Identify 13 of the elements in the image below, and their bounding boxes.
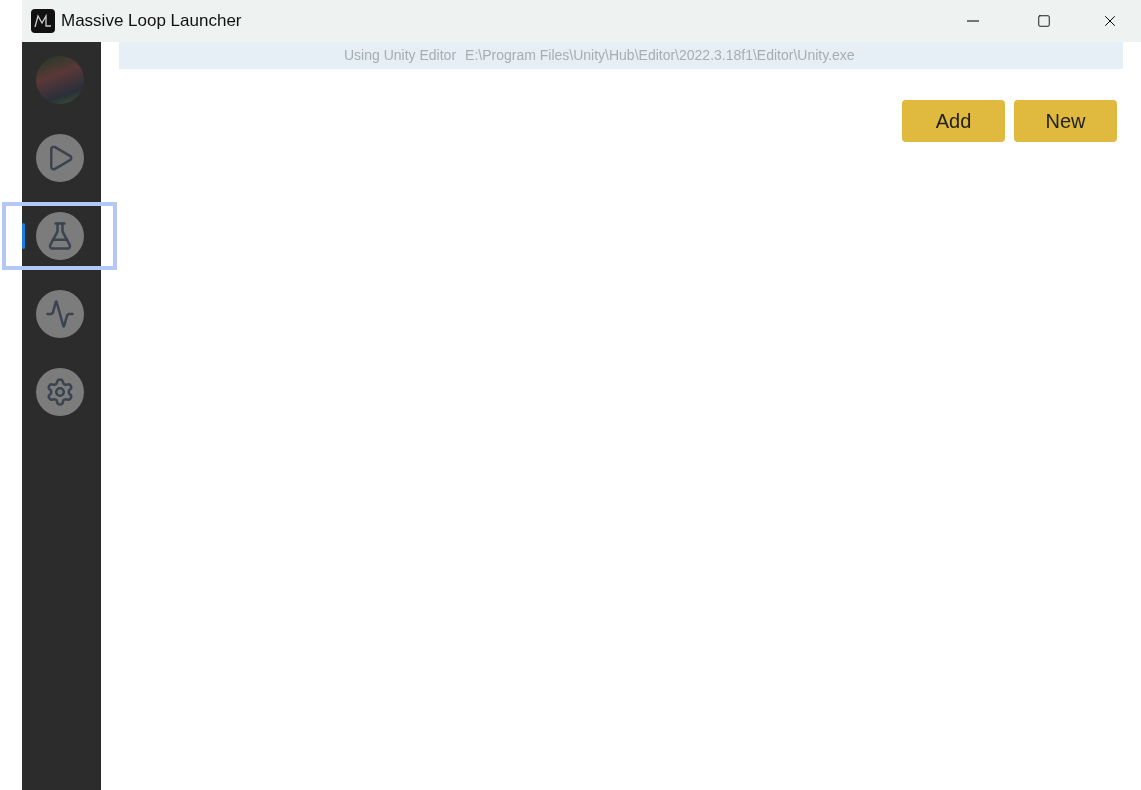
editor-label: Using Unity Editor: [344, 46, 457, 65]
minimize-icon: [966, 20, 979, 22]
pulse-icon[interactable]: [35, 290, 84, 338]
maximize-icon: [1036, 14, 1051, 28]
settings-icon[interactable]: [35, 368, 84, 416]
play-icon[interactable]: [35, 134, 84, 182]
action-button[interactable]: Add: [902, 100, 1005, 142]
flask-icon[interactable]: [35, 212, 84, 260]
window-title: Massive Loop Launcher: [61, 10, 242, 33]
editor-path: E:\Program Files\Unity\Hub\Editor\2022.3.18f1\Editor\Unity.exe: [465, 46, 855, 65]
app-logo-icon: [31, 9, 55, 33]
nav-item[interactable]: [2, 202, 117, 270]
action-button[interactable]: New: [1014, 100, 1117, 142]
